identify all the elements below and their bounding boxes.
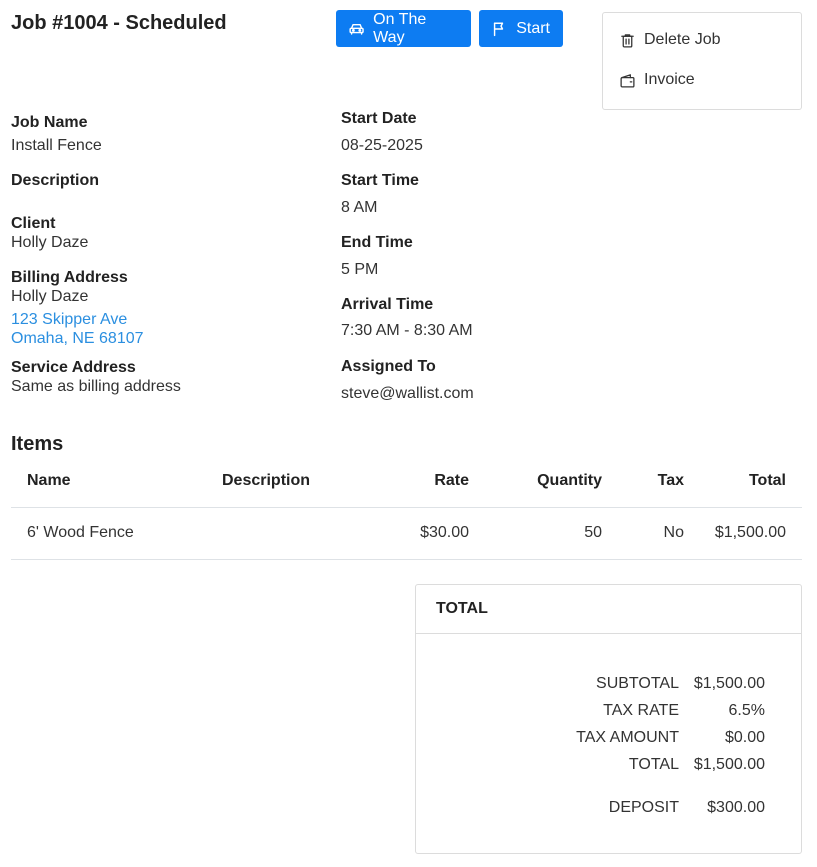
assigned-to-label: Assigned To [341,358,436,375]
invoice-label: Invoice [644,71,695,88]
client-label: Client [11,215,56,232]
column-header-tax: Tax [657,472,684,489]
job-actions-menu: Delete Job Invoice [602,12,802,110]
start-label: Start [516,19,550,37]
service-address-value: Same as billing address [11,378,181,395]
totals-card: TOTAL SUBTOTAL $1,500.00 TAX RATE 6.5% T… [415,584,802,854]
description-label: Description [11,172,100,189]
client-value: Holly Daze [11,234,89,251]
items-heading: Items [11,433,64,455]
tax-rate-value: 6.5% [728,702,765,719]
job-name-label: Job Name [11,114,88,131]
tax-amount-label: TAX AMOUNT [576,729,679,746]
column-header-total: Total [748,472,786,489]
start-date-value: 08-25-2025 [341,137,423,154]
item-name-cell: 6' Wood Fence [27,524,134,541]
wallet-icon [620,73,635,88]
delete-job-label: Delete Job [644,31,721,48]
column-header-rate: Rate [434,472,469,489]
on-the-way-label: On The Way [373,10,427,46]
deposit-value: $300.00 [707,799,765,816]
total-value: $1,500.00 [693,756,765,773]
billing-address-line1-link[interactable]: 123 Skipper Ave [11,311,127,329]
start-time-value: 8 AM [341,199,378,216]
tax-amount-value: $0.00 [724,729,765,746]
end-time-label: End Time [341,234,413,251]
assigned-to-value: steve@wallist.com [341,385,474,402]
start-time-label: Start Time [341,172,419,189]
item-rate-cell: $30.00 [420,524,469,541]
item-quantity-cell: 50 [584,524,602,541]
arrival-time-value: 7:30 AM - 8:30 AM [341,322,473,339]
billing-address-label: Billing Address [11,269,128,286]
flag-icon [493,22,504,36]
tax-rate-label: TAX RATE [603,702,679,719]
subtotal-label: SUBTOTAL [596,675,679,692]
table-divider [11,507,802,508]
billing-address-line2-link[interactable]: Omaha, NE 68107 [11,330,144,348]
item-tax-cell: No [663,524,684,541]
page-title: Job #1004 - Scheduled [11,12,227,34]
column-header-name: Name [27,472,71,489]
column-header-description: Description [222,472,311,489]
totals-card-title: TOTAL [436,600,488,617]
table-divider [11,559,802,560]
end-time-value: 5 PM [341,261,379,278]
item-total-cell: $1,500.00 [714,524,786,541]
delete-job-button[interactable]: Delete Job [619,31,721,49]
billing-name: Holly Daze [11,288,89,305]
on-the-way-button[interactable]: On The Way [336,10,471,47]
trash-icon [621,33,634,48]
car-icon [349,23,364,35]
total-label: TOTAL [628,756,679,773]
job-name-value: Install Fence [11,137,102,154]
arrival-time-label: Arrival Time [341,296,434,313]
start-button[interactable]: Start [479,10,563,47]
service-address-label: Service Address [11,359,136,376]
deposit-label: DEPOSIT [608,799,679,816]
subtotal-value: $1,500.00 [693,675,765,692]
column-header-quantity: Quantity [537,472,602,489]
invoice-button[interactable]: Invoice [619,71,695,89]
start-date-label: Start Date [341,110,417,127]
totals-card-header: TOTAL [416,585,801,634]
